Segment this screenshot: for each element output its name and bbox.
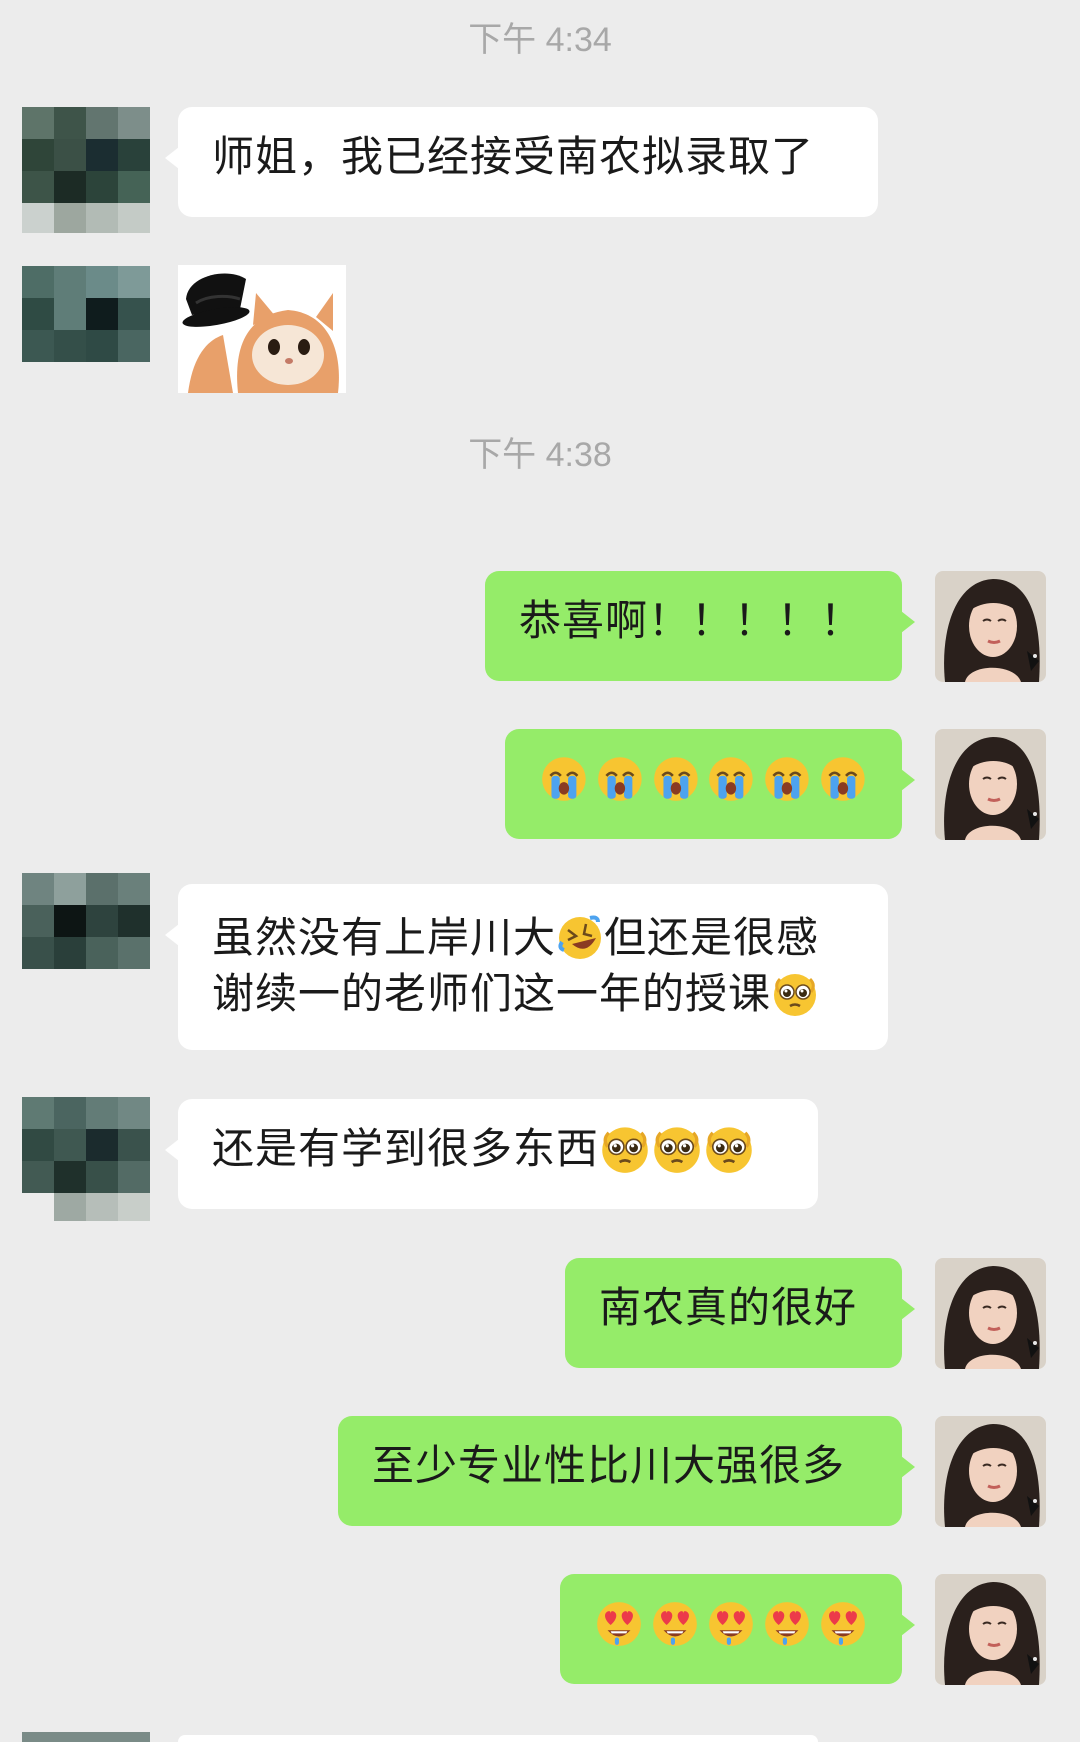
message-bubble[interactable]: 南农真的很好 bbox=[565, 1258, 915, 1368]
message-bubble[interactable]: 还是有学到很多东西 bbox=[165, 1099, 818, 1209]
message-text: 师姐，我已经接受南农拟录取了 bbox=[212, 132, 815, 181]
heart-eyes-face-icon bbox=[818, 1599, 868, 1649]
avatar[interactable] bbox=[22, 266, 150, 362]
heart-eyes-face-icon bbox=[594, 1599, 644, 1649]
pleading-face-icon bbox=[651, 1123, 703, 1175]
loudly-crying-face-icon bbox=[762, 754, 812, 804]
avatar[interactable] bbox=[935, 1574, 1046, 1685]
message-bubble[interactable]: 恭喜啊！！！！！ bbox=[485, 571, 915, 681]
pleading-face-icon bbox=[703, 1123, 755, 1175]
message-line-2: 谢续一的老师们这一年的授课 bbox=[212, 966, 854, 1022]
emoji-row bbox=[539, 751, 868, 807]
message-text: 谢续一的老师们这一年的授课 bbox=[212, 969, 772, 1018]
loudly-crying-face-icon bbox=[595, 754, 645, 804]
avatar[interactable] bbox=[935, 729, 1046, 840]
avatar[interactable] bbox=[22, 1097, 150, 1225]
heart-eyes-face-icon bbox=[650, 1599, 700, 1649]
message-bubble[interactable]: 虽然没有上岸川大 但还是很感 谢续一的老师们这一年的授课 bbox=[165, 884, 888, 1050]
pleading-face-icon bbox=[771, 970, 819, 1018]
timestamp: 下午 4:34 bbox=[468, 21, 612, 59]
message-bubble[interactable]: 至少专业性比川大强很多 bbox=[338, 1416, 915, 1526]
heart-eyes-face-icon bbox=[706, 1599, 756, 1649]
loudly-crying-face-icon bbox=[651, 754, 701, 804]
message-text: 至少专业性比川大强很多 bbox=[372, 1441, 846, 1490]
emoji-row bbox=[594, 1596, 868, 1652]
message-bubble[interactable] bbox=[178, 1735, 818, 1742]
message-text: 虽然没有上岸川大 bbox=[212, 913, 557, 962]
message-bubble[interactable]: 师姐，我已经接受南农拟录取了 bbox=[165, 107, 878, 217]
message-text: 恭喜啊！！！！！ bbox=[519, 596, 864, 645]
avatar[interactable] bbox=[22, 107, 150, 233]
avatar[interactable] bbox=[22, 873, 150, 1001]
message-bubble[interactable] bbox=[505, 729, 915, 839]
message-text: 南农真的很好 bbox=[599, 1283, 858, 1332]
loudly-crying-face-icon bbox=[539, 754, 589, 804]
avatar[interactable] bbox=[935, 1416, 1046, 1527]
avatar[interactable] bbox=[935, 1258, 1046, 1369]
message-line-1: 虽然没有上岸川大 但还是很感 bbox=[212, 910, 854, 966]
avatar[interactable] bbox=[935, 571, 1046, 682]
sticker-cat-hat[interactable] bbox=[178, 265, 346, 393]
rolling-on-floor-laughing-face-icon bbox=[556, 914, 604, 962]
pleading-face-icon bbox=[599, 1123, 651, 1175]
message-line: 还是有学到很多东西 bbox=[212, 1121, 784, 1177]
message-text: 但还是很感 bbox=[604, 913, 820, 962]
loudly-crying-face-icon bbox=[818, 754, 868, 804]
message-bubble[interactable] bbox=[560, 1574, 915, 1684]
heart-eyes-face-icon bbox=[762, 1599, 812, 1649]
avatar[interactable] bbox=[22, 1732, 150, 1742]
timestamp: 下午 4:38 bbox=[468, 436, 612, 474]
message-text: 还是有学到很多东西 bbox=[212, 1124, 600, 1173]
loudly-crying-face-icon bbox=[706, 754, 756, 804]
